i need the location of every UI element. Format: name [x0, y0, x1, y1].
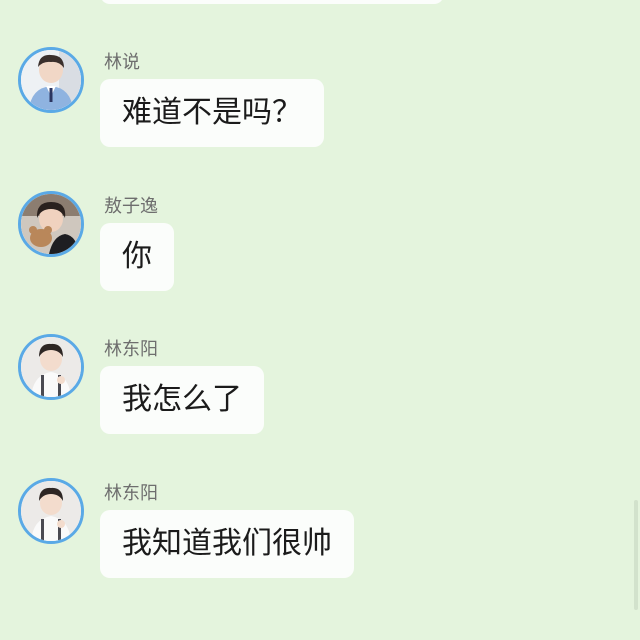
boy-in-white-shirt-suspenders-avatar-icon	[21, 481, 81, 541]
boy-holding-teddy-bear-avatar-icon	[21, 194, 81, 254]
message-row: 林东阳 我知道我们很帅	[0, 478, 640, 598]
message-bubble[interactable]: 我怎么了	[100, 366, 264, 434]
scrollbar[interactable]	[634, 500, 638, 610]
message-row: 敖子逸 你	[0, 191, 640, 311]
message-bubble[interactable]: 你	[100, 223, 174, 291]
previous-message-bubble[interactable]	[100, 0, 444, 4]
sender-name: 林东阳	[104, 483, 158, 504]
message-bubble[interactable]: 我知道我们很帅	[100, 510, 354, 578]
avatar[interactable]	[18, 191, 84, 257]
message-row: 林东阳 我怎么了	[0, 334, 640, 454]
message-row: 林说 难道不是吗？	[0, 47, 640, 167]
avatar[interactable]	[18, 478, 84, 544]
sender-name: 林东阳	[104, 339, 158, 360]
avatar[interactable]	[18, 334, 84, 400]
chat-window[interactable]: 林说 难道不是吗？ 敖子逸 你 林东阳 我怎么了 林东阳 我知道我们很帅	[0, 0, 640, 640]
avatar[interactable]	[18, 47, 84, 113]
message-bubble[interactable]: 难道不是吗？	[100, 79, 324, 147]
sender-name: 林说	[104, 52, 140, 73]
boy-in-blue-school-uniform-avatar-icon	[21, 50, 81, 110]
boy-in-white-shirt-suspenders-avatar-icon	[21, 337, 81, 397]
sender-name: 敖子逸	[104, 196, 158, 217]
